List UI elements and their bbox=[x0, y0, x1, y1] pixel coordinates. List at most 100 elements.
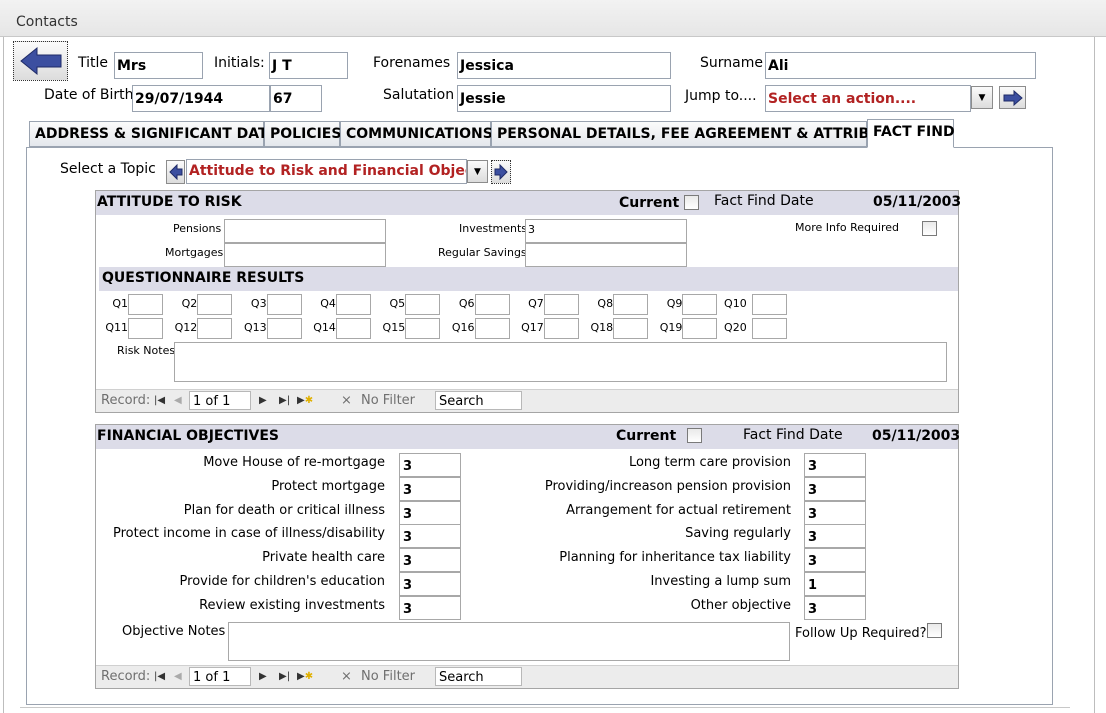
objective-value-field[interactable]: 1 bbox=[804, 572, 866, 596]
title-label: Title bbox=[78, 55, 109, 71]
objective-value-field[interactable]: 3 bbox=[399, 524, 461, 548]
objective-value-field[interactable]: 3 bbox=[399, 453, 461, 477]
objective-value-field[interactable]: 3 bbox=[399, 548, 461, 572]
new-record-icon[interactable]: ▶✱ bbox=[297, 395, 313, 406]
question-label: Q16 bbox=[451, 321, 475, 334]
objective-value-field[interactable]: 3 bbox=[399, 477, 461, 501]
objective-value-field[interactable]: 3 bbox=[804, 548, 866, 572]
dob-field[interactable]: 29/07/1944 bbox=[132, 85, 270, 112]
question-label: Q10 bbox=[724, 297, 747, 310]
question-answer-field[interactable] bbox=[405, 318, 441, 339]
filter-icon[interactable]: ⨯ bbox=[341, 393, 352, 408]
window-title-bar: Contacts bbox=[0, 0, 1106, 37]
last-record-icon[interactable]: ▶| bbox=[279, 395, 290, 406]
question-answer-field[interactable] bbox=[751, 294, 787, 315]
question-answer-field[interactable] bbox=[543, 294, 579, 315]
objective-label: Arrangement for actual retirement bbox=[566, 503, 791, 518]
jump-combo[interactable]: Select an action.... bbox=[765, 85, 971, 112]
risk-current-checkbox[interactable] bbox=[684, 195, 699, 210]
objective-label: Protect income in case of illness/disabi… bbox=[113, 526, 385, 541]
first-record-icon[interactable]: |◀ bbox=[154, 395, 165, 406]
question-answer-field[interactable] bbox=[682, 294, 718, 315]
topic-go-button[interactable] bbox=[491, 160, 511, 184]
objective-value-field[interactable]: 3 bbox=[804, 524, 866, 548]
new-record-icon[interactable]: ▶✱ bbox=[297, 671, 313, 682]
question-answer-field[interactable] bbox=[613, 294, 649, 315]
question-answer-field[interactable] bbox=[128, 294, 163, 315]
regular-savings-field[interactable] bbox=[525, 243, 687, 267]
question-answer-field[interactable] bbox=[335, 318, 371, 339]
question-answer-field[interactable] bbox=[613, 318, 649, 339]
record-search[interactable]: Search bbox=[435, 667, 522, 686]
questionnaire-header: QUESTIONNAIRE RESULTS bbox=[99, 267, 958, 291]
filter-status[interactable]: No Filter bbox=[361, 393, 415, 408]
title-field[interactable]: Mrs bbox=[114, 52, 203, 79]
tab-policies[interactable]: POLICIES bbox=[264, 121, 341, 147]
question-answer-field[interactable] bbox=[128, 318, 163, 339]
tab-personal-details[interactable]: PERSONAL DETAILS, FEE AGREEMENT & ATTRIB… bbox=[491, 121, 910, 147]
objective-value-field[interactable]: 3 bbox=[804, 477, 866, 501]
salutation-field[interactable]: Jessie bbox=[457, 85, 671, 112]
surname-field[interactable]: Ali bbox=[765, 52, 1036, 79]
bottom-strip bbox=[20, 707, 1070, 713]
record-position[interactable]: 1 of 1 bbox=[189, 391, 251, 410]
next-record-icon[interactable]: ▶ bbox=[259, 671, 267, 682]
objective-label: Planning for inheritance tax liability bbox=[559, 550, 791, 565]
filter-status[interactable]: No Filter bbox=[361, 669, 415, 684]
jump-dropdown-button[interactable]: ▼ bbox=[971, 86, 993, 109]
initials-field[interactable]: J T bbox=[269, 52, 348, 79]
question-answer-field[interactable] bbox=[543, 318, 579, 339]
previous-record-icon[interactable]: ◀ bbox=[174, 671, 182, 682]
more-info-label: More Info Required bbox=[795, 221, 900, 234]
tab-address[interactable]: ADDRESS & SIGNIFICANT DATES bbox=[29, 121, 287, 147]
record-search[interactable]: Search bbox=[435, 391, 522, 410]
objective-value-field[interactable]: 3 bbox=[399, 596, 461, 620]
objective-value-field[interactable]: 3 bbox=[804, 501, 866, 525]
filter-icon[interactable]: ⨯ bbox=[341, 669, 352, 684]
topic-combo[interactable]: Attitude to Risk and Financial Objective… bbox=[186, 159, 467, 184]
question-answer-field[interactable] bbox=[474, 294, 510, 315]
risk-notes-field[interactable] bbox=[174, 342, 947, 382]
last-record-icon[interactable]: ▶| bbox=[279, 671, 290, 682]
record-position[interactable]: 1 of 1 bbox=[189, 667, 251, 686]
first-record-icon[interactable]: |◀ bbox=[154, 671, 165, 682]
objective-value-field[interactable]: 3 bbox=[804, 453, 866, 477]
back-button[interactable] bbox=[13, 41, 68, 81]
previous-record-icon[interactable]: ◀ bbox=[174, 395, 182, 406]
forenames-field[interactable]: Jessica bbox=[457, 52, 671, 79]
jump-go-button[interactable] bbox=[999, 86, 1026, 109]
follow-up-checkbox[interactable] bbox=[927, 623, 942, 638]
arrow-left-icon bbox=[168, 164, 182, 180]
more-info-checkbox[interactable] bbox=[922, 221, 937, 236]
triangle-down-icon: ▼ bbox=[978, 92, 986, 103]
question-label: Q2 bbox=[181, 297, 198, 310]
question-answer-field[interactable] bbox=[197, 294, 233, 315]
objectives-current-checkbox[interactable] bbox=[687, 428, 702, 443]
window-title: Contacts bbox=[16, 14, 78, 30]
question-answer-field[interactable] bbox=[266, 294, 302, 315]
objective-value-field[interactable]: 3 bbox=[804, 596, 866, 620]
investments-field[interactable]: 3 bbox=[525, 219, 687, 243]
objective-notes-field[interactable] bbox=[228, 622, 790, 661]
next-record-icon[interactable]: ▶ bbox=[259, 395, 267, 406]
tab-communications[interactable]: COMMUNICATIONS bbox=[340, 121, 493, 147]
pensions-label: Pensions bbox=[173, 222, 222, 235]
topic-dropdown-button[interactable]: ▼ bbox=[467, 160, 488, 183]
tab-fact-find[interactable]: FACT FIND bbox=[867, 119, 955, 148]
question-answer-field[interactable] bbox=[474, 318, 510, 339]
risk-current-label: Current bbox=[619, 195, 680, 211]
objective-value-field[interactable]: 3 bbox=[399, 501, 461, 525]
age-field[interactable]: 67 bbox=[270, 85, 322, 112]
topic-prev-button[interactable] bbox=[166, 160, 185, 184]
question-answer-field[interactable] bbox=[682, 318, 718, 339]
question-answer-field[interactable] bbox=[266, 318, 302, 339]
question-answer-field[interactable] bbox=[405, 294, 441, 315]
objective-label: Plan for death or critical illness bbox=[183, 503, 385, 518]
investments-label: Investments bbox=[459, 222, 528, 235]
objective-value-field[interactable]: 3 bbox=[399, 572, 461, 596]
pensions-field[interactable] bbox=[224, 219, 386, 243]
question-answer-field[interactable] bbox=[197, 318, 233, 339]
question-answer-field[interactable] bbox=[335, 294, 371, 315]
question-answer-field[interactable] bbox=[751, 318, 787, 339]
mortgages-field[interactable] bbox=[224, 243, 386, 267]
